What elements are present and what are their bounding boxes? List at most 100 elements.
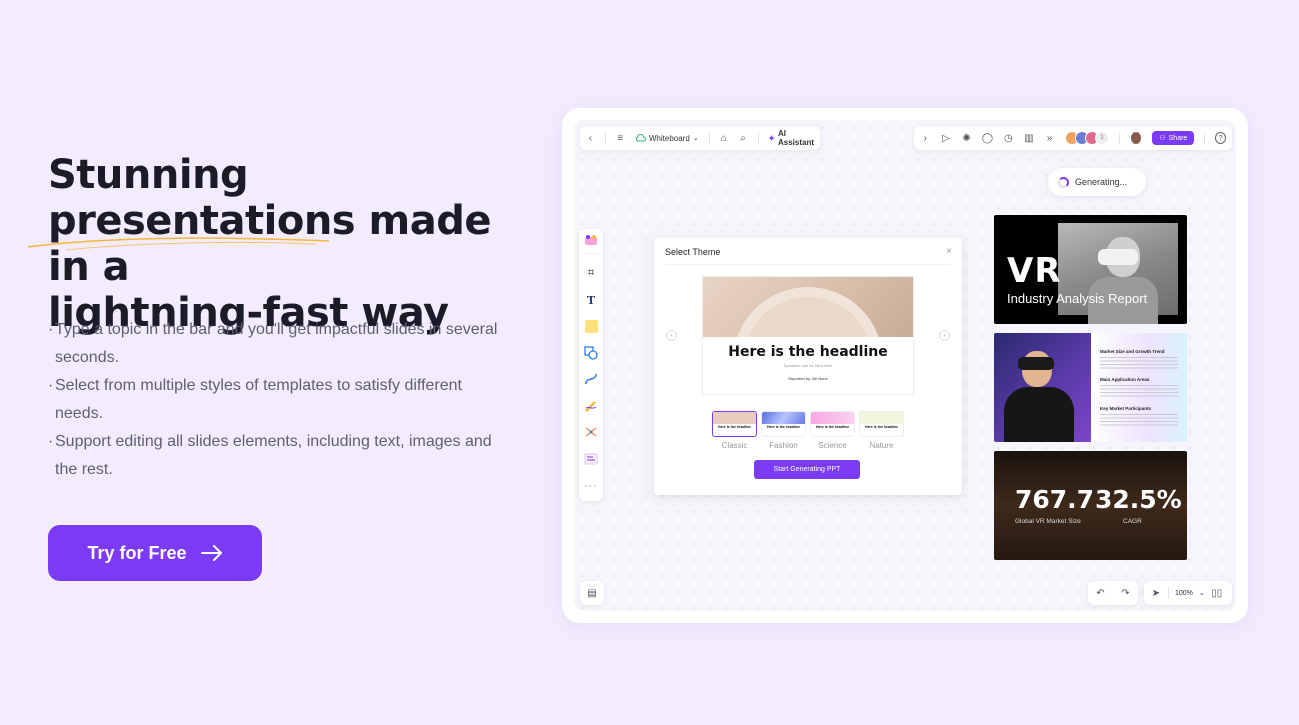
- theme-label: Science: [818, 441, 847, 450]
- celebrate-icon[interactable]: ✺: [961, 132, 972, 144]
- divider: [757, 132, 759, 144]
- feature-item: · Select from multiple styles of template…: [48, 377, 462, 422]
- tag-icon[interactable]: ⌂: [719, 132, 728, 144]
- feature-item: · Type a topic in the bar and you'll get …: [48, 321, 498, 366]
- divider: [584, 253, 598, 254]
- minimap-icon: ▤: [587, 587, 597, 599]
- theme-thumbnail: Here is the headline: [859, 411, 904, 437]
- divider: [665, 264, 951, 265]
- avatar-count: 3: [1094, 131, 1109, 145]
- divider: [605, 132, 606, 144]
- vr-title: VR: [1007, 251, 1062, 291]
- pen-icon[interactable]: [584, 399, 598, 413]
- templates-icon[interactable]: [584, 233, 598, 247]
- divider: [1168, 587, 1169, 599]
- try-for-free-button[interactable]: Try for Free: [48, 525, 262, 581]
- section-heading: Key Market Participants: [1100, 406, 1152, 411]
- cloud-icon: [635, 134, 646, 142]
- whiteboard-canvas: ‹ ≡ Whiteboard ⌄ ⌂ ⌕ ✦ AI Assistant › ▷ …: [574, 120, 1236, 611]
- section-heading: Market Size and Growth Trend: [1100, 349, 1165, 354]
- add-user-icon: ⚇: [1159, 135, 1166, 142]
- undo-icon[interactable]: ↶: [1095, 587, 1107, 599]
- chevron-right-icon[interactable]: ›: [920, 132, 931, 144]
- previous-arrow-icon[interactable]: ‹: [666, 330, 677, 341]
- hero-section: Stunning presentations made in a lightni…: [27, 152, 528, 336]
- divider: [1118, 132, 1120, 144]
- more-chevron-icon[interactable]: »: [1044, 132, 1055, 144]
- theme-label: Fashion: [769, 441, 798, 450]
- theme-thumbnail: Here is the headline: [810, 411, 855, 437]
- whiteboard-label: Whiteboard: [648, 133, 690, 143]
- hamburger-icon[interactable]: ≡: [616, 132, 625, 144]
- redo-icon[interactable]: ↷: [1120, 587, 1132, 599]
- theme-classic[interactable]: Here is the headline Classic: [712, 411, 757, 450]
- section-body: [1100, 414, 1178, 428]
- start-generating-button[interactable]: Start Generating PPT: [754, 460, 860, 479]
- slide-subtitle: Speakers can be filled here: [783, 363, 833, 368]
- top-toolbar-left: ‹ ≡ Whiteboard ⌄ ⌂ ⌕ ✦ AI Assistant: [580, 126, 820, 150]
- cta-label: Try for Free: [87, 542, 187, 563]
- collaborator-avatars[interactable]: 3: [1064, 131, 1109, 145]
- play-icon[interactable]: ▷: [941, 132, 952, 144]
- vote-icon[interactable]: ▥: [1024, 132, 1035, 144]
- theme-thumbnail: Here is the headline: [761, 411, 806, 437]
- feature-item: · Support editing all slides elements, in…: [48, 433, 492, 478]
- timer-icon[interactable]: ◷: [1003, 132, 1014, 144]
- table-icon[interactable]: [584, 452, 598, 466]
- more-tools-icon[interactable]: ···: [584, 479, 598, 493]
- vr-subtitle: Industry Analysis Report: [1007, 291, 1148, 306]
- share-button[interactable]: ⚇ Share: [1152, 131, 1195, 145]
- theme-thumbnail: Here is the headline: [712, 411, 757, 437]
- top-toolbar-right: › ▷ ✺ ◯ ◷ ▥ » 3 ⚇ Share ?: [914, 126, 1232, 150]
- stat-value: 32.5%: [1095, 485, 1182, 514]
- share-label: Share: [1168, 134, 1188, 142]
- theme-science[interactable]: Here is the headline Science: [810, 411, 855, 450]
- theme-label: Classic: [721, 441, 748, 450]
- whiteboard-selector[interactable]: Whiteboard ⌄: [635, 134, 699, 143]
- zoom-level[interactable]: 100%: [1175, 590, 1193, 597]
- mindmap-icon[interactable]: [584, 425, 598, 439]
- shape-icon[interactable]: [584, 346, 598, 360]
- ai-assistant-button[interactable]: ✦ AI Assistant: [768, 129, 814, 147]
- feature-list: · Type a topic in the bar and you'll get …: [48, 316, 508, 484]
- next-arrow-icon[interactable]: ›: [939, 330, 950, 341]
- slide-card-vr-cover[interactable]: VR Industry Analysis Report: [994, 215, 1187, 324]
- ai-assistant-label: AI Assistant: [778, 129, 815, 147]
- comment-icon[interactable]: ◯: [982, 132, 993, 144]
- help-icon[interactable]: ?: [1215, 132, 1227, 144]
- slide-card-contents[interactable]: Market Size and Growth Trend Main Applic…: [994, 333, 1187, 442]
- section-block: Main Application Areas: [1100, 377, 1178, 399]
- app-preview: ‹ ≡ Whiteboard ⌄ ⌂ ⌕ ✦ AI Assistant › ▷ …: [562, 108, 1248, 623]
- left-toolbar: ⌗ T ···: [579, 229, 603, 501]
- pointer-icon[interactable]: ➤: [1150, 587, 1162, 599]
- theme-nature[interactable]: Here is the headline Nature: [859, 411, 904, 450]
- search-icon[interactable]: ⌕: [738, 132, 747, 144]
- section-block: Key Market Participants: [1100, 406, 1178, 428]
- frame-icon[interactable]: ⌗: [584, 266, 598, 280]
- chevron-down-icon[interactable]: ⌄: [1199, 589, 1205, 597]
- sticky-note-icon[interactable]: [584, 319, 598, 333]
- plate-shape: [733, 287, 883, 337]
- slide-cover-image: [703, 277, 913, 337]
- ai-sparkle-icon: ✦: [768, 133, 775, 143]
- divider: [1204, 132, 1206, 144]
- theme-label: Nature: [869, 441, 894, 450]
- zoom-controls: ➤ 100% ⌄ ▯▯: [1144, 581, 1232, 605]
- slide-card-stats[interactable]: 767.7 Global VR Market Size 32.5% CAGR: [994, 451, 1187, 560]
- user-avatar[interactable]: [1129, 131, 1143, 145]
- minimap-button[interactable]: ▤: [580, 581, 604, 605]
- section-body: [1100, 385, 1178, 399]
- title-underline-decoration: [27, 237, 330, 251]
- stat-label: Global VR Market Size: [1015, 518, 1081, 525]
- spinner-icon: [1058, 176, 1069, 188]
- connector-icon[interactable]: [584, 372, 598, 386]
- hero-title-line-1: Stunning: [48, 152, 249, 198]
- theme-fashion[interactable]: Here is the headline Fashion: [761, 411, 806, 450]
- slide-preview: Here is the headline Speakers can be fil…: [702, 276, 914, 395]
- chevron-left-icon[interactable]: ‹: [586, 132, 595, 144]
- text-icon[interactable]: T: [584, 293, 598, 307]
- book-icon[interactable]: ▯▯: [1211, 587, 1223, 599]
- generating-label: Generating...: [1075, 177, 1128, 187]
- theme-options: Here is the headline Classic Here is the…: [712, 411, 904, 450]
- close-icon[interactable]: ×: [946, 246, 952, 257]
